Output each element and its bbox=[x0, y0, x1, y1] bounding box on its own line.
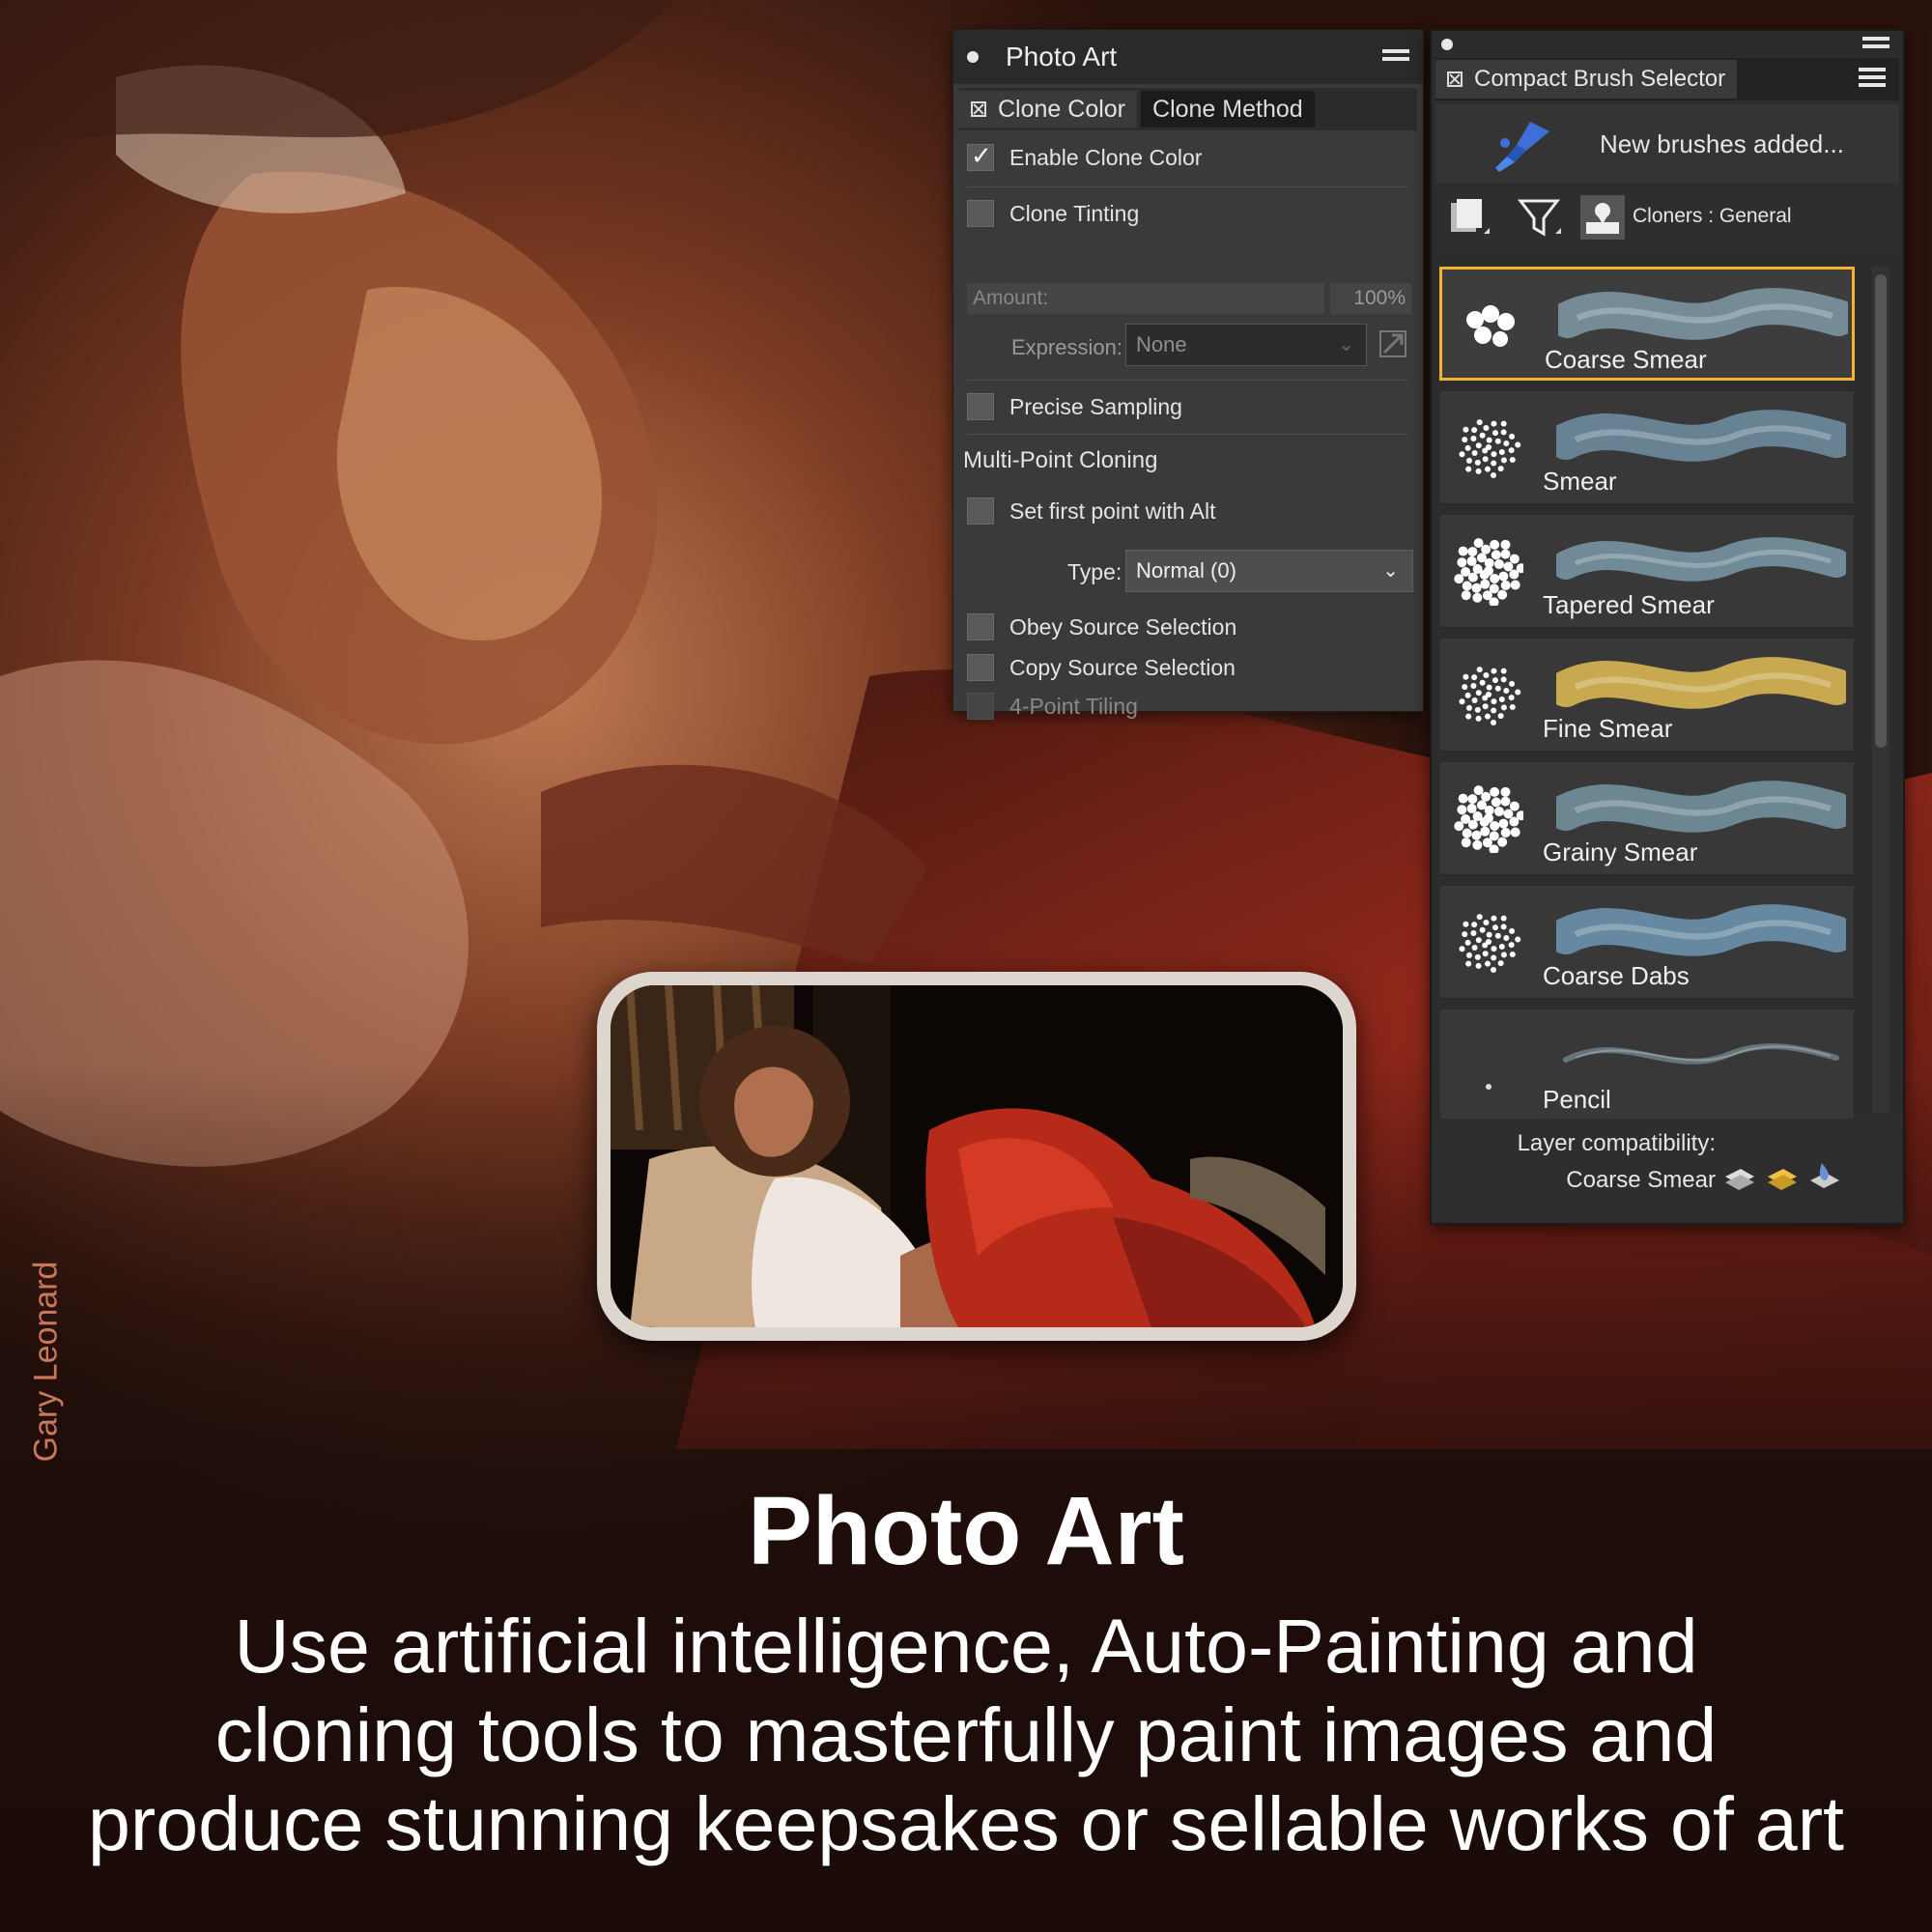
set-first-point-checkbox[interactable]: Set first point with Alt bbox=[967, 497, 1215, 525]
artist-credit: Gary Leonard bbox=[27, 1261, 65, 1463]
raster-layer-icon bbox=[1725, 1169, 1754, 1190]
brush-stroke-preview bbox=[1556, 781, 1846, 833]
phone-mockup bbox=[597, 972, 1356, 1341]
checkbox[interactable] bbox=[967, 200, 994, 227]
brush-dab-icon bbox=[1459, 667, 1521, 725]
tab-bar: Clone Color Clone Method bbox=[959, 88, 1417, 130]
panel-topbar[interactable] bbox=[1432, 31, 1903, 58]
clone-tinting-checkbox[interactable]: Clone Tinting bbox=[967, 200, 1139, 227]
photo-art-panel: Photo Art Clone Color Clone Method Enabl… bbox=[952, 29, 1424, 720]
checkbox[interactable] bbox=[967, 693, 994, 720]
filter-icon[interactable] bbox=[1517, 195, 1561, 240]
brush-stroke-preview bbox=[1556, 904, 1846, 956]
liquid-ink-layer-icon bbox=[1810, 1163, 1839, 1188]
photo-art-titlebar[interactable]: Photo Art bbox=[953, 30, 1423, 84]
enable-clone-color-checkbox[interactable]: Enable Clone Color bbox=[967, 142, 1202, 171]
description: Use artificial intelligence, Auto-Painti… bbox=[87, 1603, 1844, 1866]
headline: Photo Art bbox=[748, 1477, 1184, 1585]
brush-name: Coarse Smear bbox=[1545, 345, 1707, 374]
brush-item[interactable]: Coarse Smear bbox=[1439, 267, 1855, 381]
checkbox[interactable] bbox=[967, 142, 994, 171]
precise-sampling-checkbox[interactable]: Precise Sampling bbox=[967, 393, 1182, 420]
brush-item[interactable]: Smear bbox=[1439, 390, 1855, 504]
tab-clone-method[interactable]: Clone Method bbox=[1141, 91, 1315, 128]
brush-name: Coarse Dabs bbox=[1543, 961, 1690, 990]
panel-title: Photo Art bbox=[1006, 42, 1118, 71]
brush-stroke-preview bbox=[1556, 657, 1846, 709]
brush-toolbar: Cloners : General bbox=[1435, 184, 1899, 251]
brush-dab-icon bbox=[1454, 538, 1523, 606]
brush-category: Cloners : General bbox=[1633, 205, 1792, 227]
panel-menu-icon[interactable] bbox=[1862, 37, 1889, 52]
brush-item[interactable]: Grainy Smear bbox=[1439, 761, 1855, 875]
brush-name: Grainy Smear bbox=[1543, 838, 1698, 867]
layer-compatibility: Layer compatibility: Coarse Smear bbox=[1432, 1119, 1899, 1219]
brush-item[interactable]: Fine Smear bbox=[1439, 638, 1855, 752]
brush-stroke-preview bbox=[1558, 288, 1848, 340]
panel-menu-icon[interactable] bbox=[1382, 49, 1409, 65]
brush-stroke-preview bbox=[1556, 537, 1846, 582]
brush-item[interactable]: Tapered Smear bbox=[1439, 514, 1855, 628]
chevron-down-icon: ⌄ bbox=[1382, 560, 1399, 582]
brush-dab-icon bbox=[1459, 914, 1521, 973]
panel-dot-icon bbox=[1441, 39, 1453, 50]
brush-list-scrollbar[interactable] bbox=[1872, 267, 1889, 1113]
brush-name: Pencil bbox=[1543, 1085, 1611, 1114]
panel-dot-icon bbox=[967, 51, 979, 63]
chevron-down-icon: ⌄ bbox=[1338, 334, 1354, 355]
multi-point-heading: Multi-Point Cloning bbox=[963, 447, 1158, 473]
brush-name: Tapered Smear bbox=[1543, 590, 1715, 619]
close-tab-icon[interactable] bbox=[1447, 71, 1463, 87]
expression-label: Expression: bbox=[1011, 335, 1122, 359]
copy-source-selection-checkbox[interactable]: Copy Source Selection bbox=[967, 654, 1236, 681]
brush-dab-icon bbox=[1459, 419, 1521, 478]
obey-source-selection-checkbox[interactable]: Obey Source Selection bbox=[967, 613, 1236, 640]
type-dropdown[interactable]: Normal (0) ⌄ bbox=[1125, 550, 1413, 592]
brush-dab-icon bbox=[1486, 1084, 1492, 1090]
panel-options-icon[interactable] bbox=[1859, 68, 1886, 91]
amount-slider[interactable]: Amount: bbox=[967, 283, 1324, 314]
cloner-category-icon[interactable] bbox=[1580, 195, 1625, 240]
brush-stroke-preview bbox=[1556, 410, 1846, 462]
tab-compact-brush-selector[interactable]: Compact Brush Selector bbox=[1435, 60, 1738, 99]
checkbox[interactable] bbox=[967, 613, 994, 640]
type-label: Type: bbox=[1067, 559, 1122, 584]
watercolor-layer-icon bbox=[1768, 1169, 1797, 1190]
brush-item[interactable]: Coarse Dabs bbox=[1439, 885, 1855, 999]
brush-dab-icon bbox=[1454, 785, 1523, 853]
expression-dropdown[interactable]: None ⌄ bbox=[1125, 324, 1367, 366]
checkbox[interactable] bbox=[967, 393, 994, 420]
paintbrush-icon bbox=[1495, 122, 1549, 172]
checkbox[interactable] bbox=[967, 497, 994, 525]
new-brushes-banner[interactable]: New brushes added... bbox=[1435, 104, 1899, 184]
reference-photo bbox=[611, 985, 1343, 1327]
brush-name: Smear bbox=[1543, 467, 1617, 496]
compact-brush-selector-panel: Compact Brush Selector New brushes added… bbox=[1430, 29, 1905, 1225]
brush-name: Fine Smear bbox=[1543, 714, 1673, 743]
amount-value[interactable]: 100% bbox=[1330, 283, 1411, 314]
tab-clone-color[interactable]: Clone Color bbox=[959, 91, 1138, 128]
brush-stroke-preview bbox=[1563, 1043, 1839, 1065]
expression-invert-icon[interactable] bbox=[1378, 329, 1407, 358]
brush-item[interactable]: Pencil bbox=[1439, 1009, 1855, 1122]
brush-dab-icon bbox=[1466, 305, 1515, 347]
four-point-tiling-checkbox[interactable]: 4-Point Tiling bbox=[967, 693, 1138, 720]
brush-library-icon[interactable] bbox=[1447, 195, 1492, 240]
brush-tab-bar: Compact Brush Selector bbox=[1435, 58, 1899, 100]
checkbox[interactable] bbox=[967, 654, 994, 681]
close-tab-icon[interactable] bbox=[971, 101, 986, 117]
